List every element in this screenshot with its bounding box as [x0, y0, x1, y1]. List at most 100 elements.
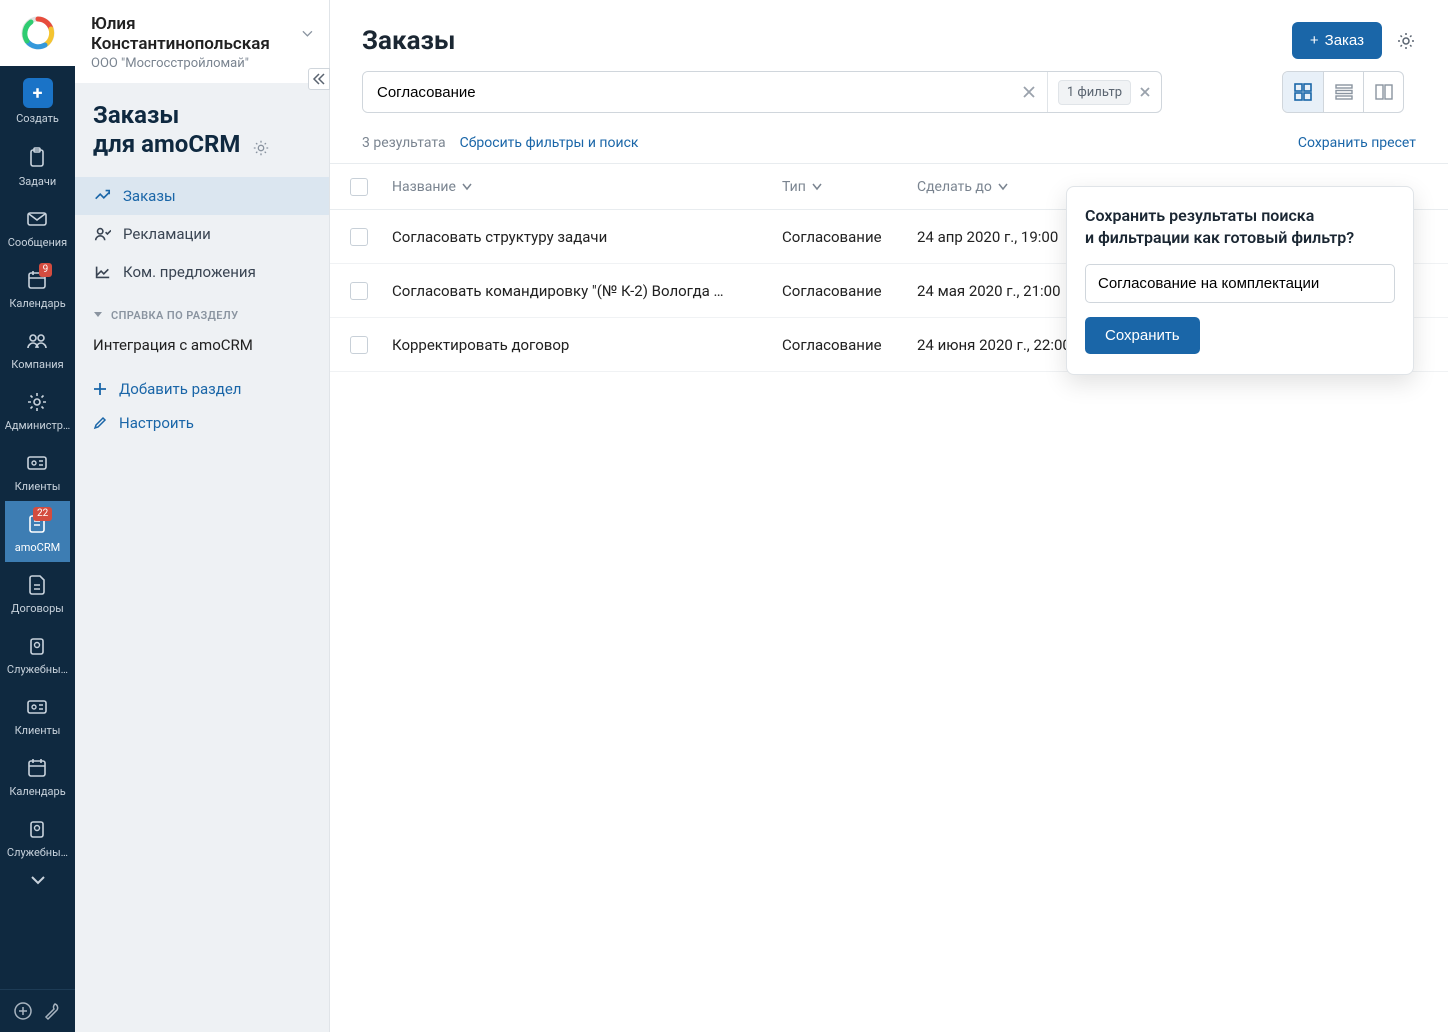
- row-checkbox[interactable]: [350, 282, 368, 300]
- idcard-icon: [24, 694, 50, 720]
- pencil-icon: [93, 416, 109, 430]
- cell-type: Согласование: [782, 282, 917, 300]
- rail-item-label: Клиенты: [15, 724, 61, 737]
- plus-icon: +: [1310, 32, 1319, 49]
- sidebar-section-header[interactable]: СПРАВКА ПО РАЗДЕЛУ: [75, 295, 329, 328]
- main-header: Заказы + Заказ: [330, 0, 1448, 71]
- rail-item-label: Администр…: [5, 419, 71, 432]
- search-input[interactable]: [363, 72, 1011, 112]
- search-clear[interactable]: [1011, 85, 1047, 99]
- view-split[interactable]: [1363, 72, 1403, 112]
- sidebar-collapse[interactable]: [308, 68, 330, 90]
- sidebar-integration[interactable]: Интеграция с amoCRM: [75, 328, 329, 362]
- rail-add-icon[interactable]: [12, 1000, 34, 1022]
- people-icon: [24, 328, 50, 354]
- rail-item[interactable]: amoCRM 22: [5, 501, 71, 562]
- filter-clear[interactable]: [1139, 86, 1151, 98]
- triangle-down-icon: [93, 311, 103, 319]
- badge-icon: [24, 633, 50, 659]
- rail-item-label: Календарь: [9, 297, 65, 310]
- user-menu[interactable]: Юлия Константинопольская: [91, 14, 313, 54]
- row-checkbox[interactable]: [350, 336, 368, 354]
- results-count: 3 результата: [362, 135, 446, 151]
- logo: [0, 0, 75, 66]
- chevron-down-icon: [31, 875, 45, 885]
- col-type[interactable]: Тип: [782, 179, 917, 195]
- sidebar-title-2: для amoCRM: [93, 130, 240, 158]
- new-order-button[interactable]: + Заказ: [1292, 22, 1382, 59]
- user-name: Юлия Константинопольская: [91, 14, 296, 54]
- rail-item[interactable]: Служебны…: [5, 623, 71, 684]
- company-name: ООО "Мосгосстройломай": [91, 56, 313, 71]
- rail-item[interactable]: Клиенты: [5, 440, 71, 501]
- rail-item[interactable]: Договоры: [5, 562, 71, 623]
- badge-icon: [24, 816, 50, 842]
- sidebar-add-section[interactable]: Добавить раздел: [75, 372, 329, 406]
- sidebar-configure-label: Настроить: [119, 414, 194, 432]
- chevron-double-left-icon: [312, 73, 326, 85]
- chevron-down-icon: [998, 183, 1008, 191]
- rail-item-label: Сообщения: [8, 236, 67, 249]
- sidebar-item-icon: [93, 187, 111, 205]
- rail-item-label: Служебны…: [7, 663, 68, 676]
- page-title: Заказы: [362, 26, 455, 56]
- rail-item[interactable]: Календарь 9: [5, 257, 71, 318]
- list-icon: [1334, 82, 1354, 102]
- sidebar-item-label: Рекламации: [123, 225, 211, 243]
- sidebar-item[interactable]: Рекламации: [75, 215, 329, 253]
- rail-create[interactable]: + Создать: [0, 66, 75, 135]
- sidebar-settings-icon[interactable]: [252, 140, 270, 156]
- view-kanban[interactable]: [1283, 72, 1323, 112]
- col-name[interactable]: Название: [392, 179, 782, 195]
- logo-icon: [21, 16, 55, 50]
- popover-save-button[interactable]: Сохранить: [1085, 317, 1200, 354]
- gear-icon: [252, 139, 270, 157]
- sidebar-item-label: Заказы: [123, 187, 176, 205]
- rail-badge: 22: [33, 507, 52, 521]
- idcard-icon: [24, 450, 50, 476]
- view-toggle: [1282, 71, 1404, 113]
- save-preset-link[interactable]: Сохранить пресет: [1298, 135, 1416, 151]
- sidebar-configure[interactable]: Настроить: [75, 406, 329, 440]
- nav-rail: + Создать Задачи Сообщения Календарь 9 Компа…: [0, 0, 75, 1032]
- clipboard-icon: [24, 145, 50, 171]
- row-checkbox[interactable]: [350, 228, 368, 246]
- filter-chip[interactable]: 1 фильтр: [1058, 80, 1131, 105]
- rail-more-arrow[interactable]: [31, 867, 45, 893]
- mail-icon: [24, 206, 50, 232]
- sidebar-item[interactable]: Заказы: [75, 177, 329, 215]
- preset-name-input[interactable]: [1085, 264, 1395, 303]
- rail-item[interactable]: Календарь: [5, 745, 71, 806]
- rail-item-label: amoCRM: [15, 541, 60, 554]
- grid-icon: [1293, 82, 1313, 102]
- main: Заказы + Заказ 1 фильтр: [330, 0, 1448, 1032]
- cell-name: Согласовать командировку "(№ К-2) Вологд…: [392, 282, 782, 300]
- wrench-icon[interactable]: [41, 1000, 63, 1022]
- rail-item[interactable]: Задачи: [5, 135, 71, 196]
- calendar-icon: [24, 755, 50, 781]
- rail-item[interactable]: Администр…: [5, 379, 71, 440]
- close-icon: [1022, 85, 1036, 99]
- gear-icon: [24, 389, 50, 415]
- select-all-checkbox[interactable]: [350, 178, 368, 196]
- cell-type: Согласование: [782, 336, 917, 354]
- page-settings-button[interactable]: [1396, 31, 1416, 51]
- chevron-down-icon: [302, 30, 313, 38]
- view-list[interactable]: [1323, 72, 1363, 112]
- sidebar-item[interactable]: Ком. предложения: [75, 253, 329, 291]
- close-icon: [1139, 86, 1151, 98]
- sidebar-item-icon: [93, 225, 111, 243]
- chevron-down-icon: [812, 183, 822, 191]
- reset-filters-link[interactable]: Сбросить фильтры и поиск: [460, 135, 639, 151]
- sidebar-item-icon: [93, 263, 111, 281]
- rail-item[interactable]: Компания: [5, 318, 71, 379]
- rail-item-label: Компания: [11, 358, 63, 371]
- sidebar-header: Юлия Константинопольская ООО "Мосгосстро…: [75, 0, 329, 83]
- rail-item[interactable]: Сообщения: [5, 196, 71, 257]
- results-bar: 3 результата Сбросить фильтры и поиск Со…: [330, 127, 1448, 163]
- rail-item-label: Клиенты: [15, 480, 61, 493]
- rail-item[interactable]: Клиенты: [5, 684, 71, 745]
- rail-item-label: Задачи: [19, 175, 56, 188]
- rail-badge: 9: [39, 263, 53, 277]
- rail-item[interactable]: Служебны…: [5, 806, 71, 867]
